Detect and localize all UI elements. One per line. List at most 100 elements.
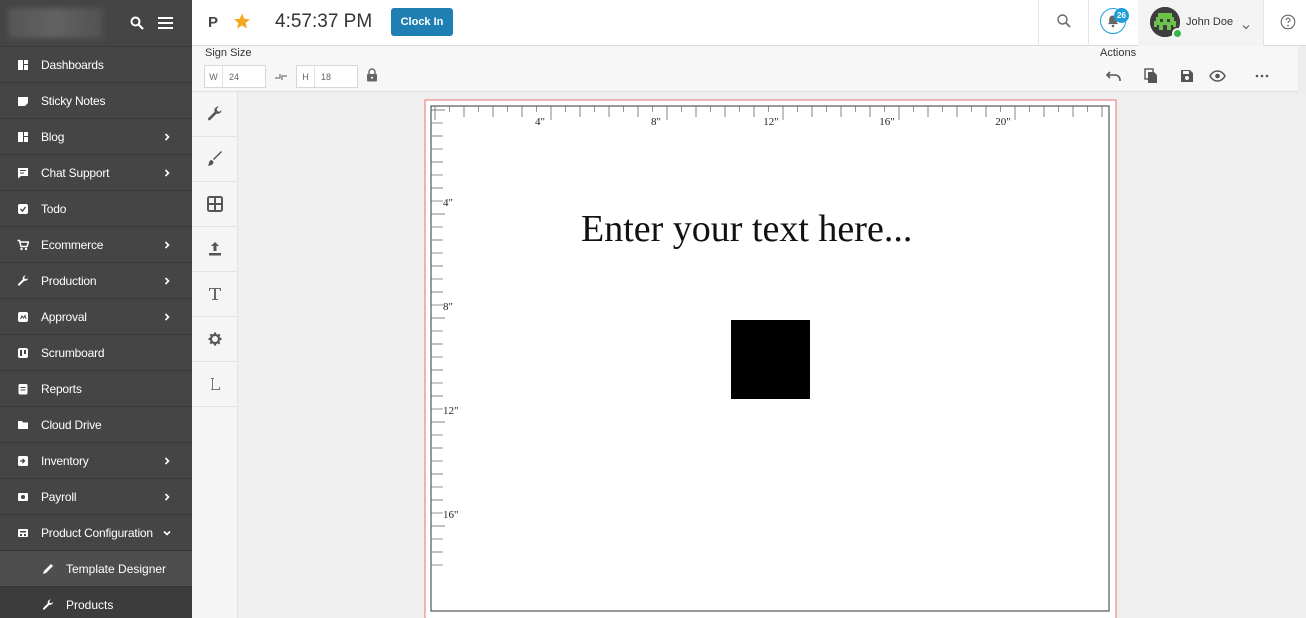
brush-tool[interactable] [192, 137, 237, 182]
sidebar-item-chat-support[interactable]: Chat Support [0, 154, 192, 190]
sidebar-item-approval[interactable]: Approval [0, 298, 192, 334]
sidebar-item-reports[interactable]: Reports [0, 370, 192, 406]
chevron-right-icon [162, 167, 172, 179]
ruler-label-left: 8" [443, 301, 453, 313]
sidebar-item-scrumboard[interactable]: Scrumboard [0, 334, 192, 370]
approval-icon [17, 311, 29, 323]
width-input[interactable] [223, 71, 263, 82]
chevron-right-icon [162, 491, 172, 503]
search-icon[interactable] [1056, 13, 1072, 29]
brush-icon [207, 151, 222, 166]
dashboard-icon [17, 59, 29, 71]
ruler-label-top: 20" [995, 116, 1011, 128]
sidebar-item-label: Ecommerce [41, 237, 104, 252]
sidebar-subitem-label: Template Designer [66, 561, 167, 576]
blog-icon [17, 131, 29, 143]
line-tool[interactable] [192, 362, 237, 407]
clock-in-button[interactable]: Clock In [391, 8, 453, 36]
tool-column [192, 92, 238, 618]
scrollbar[interactable] [1298, 46, 1306, 92]
undo-icon[interactable] [1105, 67, 1123, 85]
scrumboard-icon [17, 347, 29, 359]
sign-size-label: Sign Size [205, 47, 252, 59]
sidebar-item-label: Chat Support [41, 165, 110, 180]
sidebar-item-label: Sticky Notes [41, 93, 106, 108]
sidebar-item-label: Todo [41, 201, 67, 216]
actions-label: Actions [1100, 47, 1137, 59]
star-icon[interactable] [233, 12, 251, 30]
menu-icon[interactable] [156, 14, 174, 32]
app-logo [8, 8, 103, 38]
chevron-right-icon [162, 131, 172, 143]
sidebar-item-inventory[interactable]: Inventory [0, 442, 192, 478]
sidebar-item-product-configuration[interactable]: Product Configuration [0, 514, 192, 550]
chevron-down-icon [1242, 18, 1250, 30]
chevron-right-icon [162, 275, 172, 287]
height-input[interactable] [315, 71, 355, 82]
save-icon[interactable] [1178, 67, 1196, 85]
sidebar-item-blog[interactable]: Blog [0, 118, 192, 154]
text-icon [208, 288, 221, 300]
upload-tool[interactable] [192, 227, 237, 272]
sidebar-item-label: Product Configuration [41, 525, 153, 540]
chevron-right-icon [162, 455, 172, 467]
wrench-icon [17, 274, 29, 287]
chevron-right-icon [162, 239, 172, 251]
sidebar-subitem-template-designer[interactable]: Template Designer [0, 550, 192, 586]
help-icon[interactable] [1280, 14, 1296, 30]
sidebar-item-payroll[interactable]: Payroll [0, 478, 192, 514]
pencil-icon [42, 563, 54, 575]
gear-icon [208, 332, 222, 346]
line-icon [210, 378, 220, 390]
sticky-note-icon [17, 95, 29, 107]
grid-tool[interactable] [192, 182, 237, 227]
clock-time: 4:57:37 PM [275, 11, 373, 32]
preview-eye-icon[interactable] [1208, 67, 1226, 85]
canvas-square-shape[interactable] [731, 320, 810, 399]
divider [1263, 0, 1264, 46]
link-dimensions-icon[interactable] [274, 70, 288, 82]
sidebar-item-label: Reports [41, 381, 82, 396]
search-icon[interactable] [128, 14, 146, 32]
grid-icon [206, 196, 223, 212]
sidebar-item-label: Approval [41, 309, 87, 324]
inventory-icon [17, 455, 29, 467]
sidebar-item-label: Dashboards [41, 57, 104, 72]
notification-count-badge: 26 [1114, 8, 1129, 23]
chat-icon [17, 167, 29, 179]
sidebar-item-label: Payroll [41, 489, 77, 504]
divider [1088, 0, 1089, 46]
options-bar: Sign Size W H Actions [192, 46, 1306, 92]
lock-icon[interactable] [366, 68, 378, 82]
sidebar-item-dashboards[interactable]: Dashboards [0, 46, 192, 82]
sidebar-item-label: Cloud Drive [41, 417, 102, 432]
more-options-icon[interactable] [1253, 67, 1271, 85]
sidebar-subitem-label: Products [66, 597, 114, 612]
ruler-label-top: 4" [535, 116, 545, 128]
sidebar-item-production[interactable]: Production [0, 262, 192, 298]
sidebar-item-sticky-notes[interactable]: Sticky Notes [0, 82, 192, 118]
sidebar-item-cloud-drive[interactable]: Cloud Drive [0, 406, 192, 442]
canvas-text-element[interactable]: Enter your text here... [581, 207, 912, 251]
wrench-tool[interactable] [192, 92, 237, 137]
sidebar-subitem-products[interactable]: Products [0, 586, 192, 618]
online-status-indicator [1172, 28, 1183, 39]
product-config-icon [17, 527, 29, 539]
settings-tool[interactable] [192, 317, 237, 362]
wrench-icon [42, 598, 54, 611]
sidebar: Dashboards Sticky Notes Blog Chat Support To… [0, 0, 192, 618]
sidebar-item-todo[interactable]: Todo [0, 190, 192, 226]
ruler-label-left: 16" [443, 509, 459, 521]
user-menu[interactable]: John Doe [1138, 0, 1263, 46]
width-field: W [204, 65, 266, 88]
ruler-label-top: 8" [651, 116, 661, 128]
cart-icon [17, 239, 29, 251]
copy-icon[interactable] [1142, 67, 1160, 85]
sidebar-item-ecommerce[interactable]: Ecommerce [0, 226, 192, 262]
chevron-down-icon [162, 527, 172, 539]
text-tool[interactable] [192, 272, 237, 317]
top-bar: P 4:57:37 PM Clock In 26 John Doe [192, 0, 1306, 46]
ruler-label-top: 16" [879, 116, 895, 128]
ruler-label-left: 12" [443, 405, 459, 417]
p-shortcut[interactable]: P [208, 14, 218, 31]
